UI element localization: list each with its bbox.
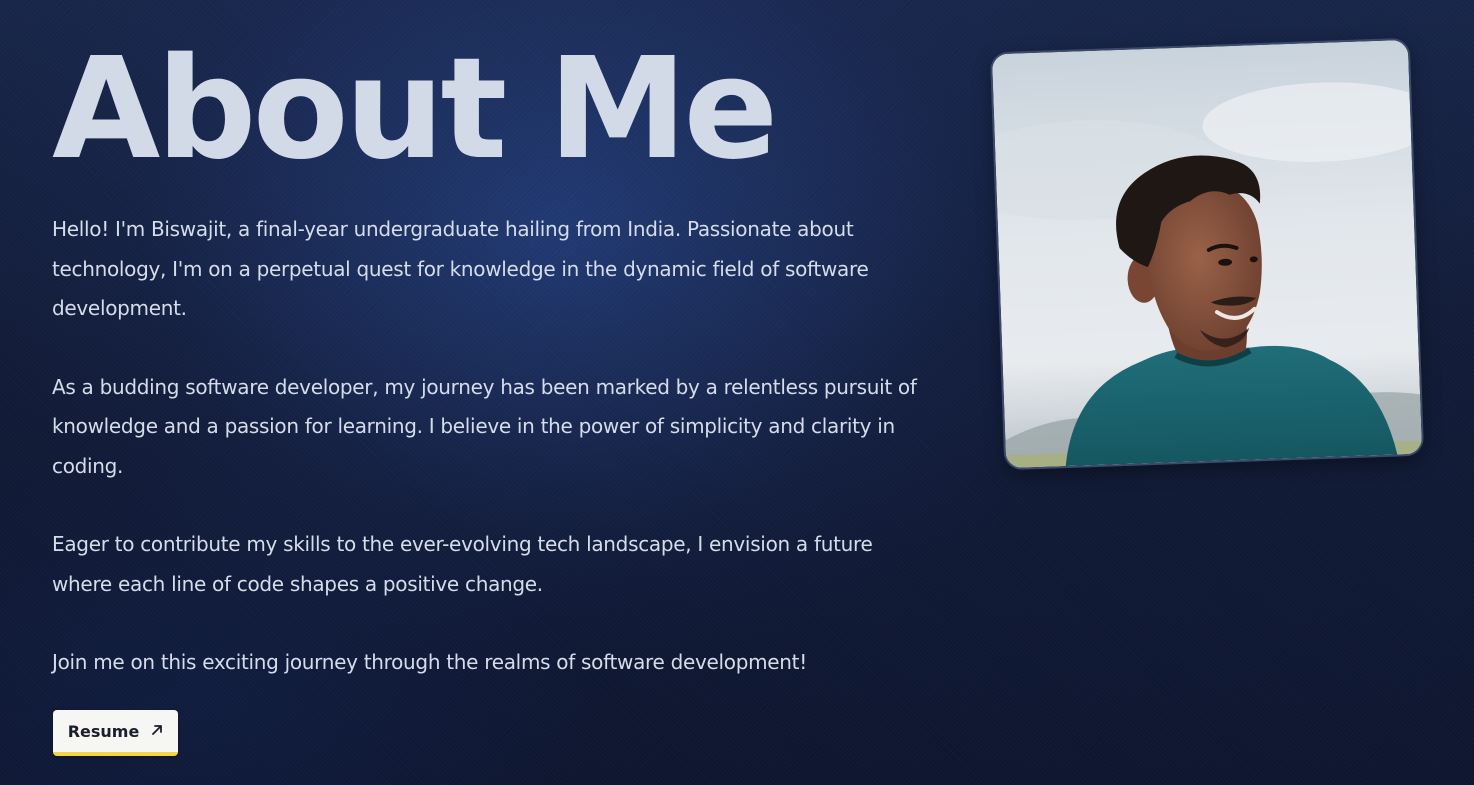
resume-button-label: Resume: [67, 721, 140, 741]
bio-paragraph-vision: Eager to contribute my skills to the eve…: [52, 532, 873, 596]
arrow-up-right-icon: [151, 722, 163, 740]
bio-section: Hello! I'm Biswajit, a final-year underg…: [52, 210, 922, 683]
bio-paragraph-intro: Hello! I'm Biswajit, a final-year underg…: [52, 217, 869, 320]
bio-paragraph-invite: Join me on this exciting journey through…: [52, 650, 807, 674]
profile-photo: [989, 37, 1425, 471]
page-title: About Me: [52, 28, 778, 191]
resume-button[interactable]: Resume: [53, 710, 178, 756]
bio-paragraph-journey: As a budding software developer, my jour…: [52, 374, 917, 478]
